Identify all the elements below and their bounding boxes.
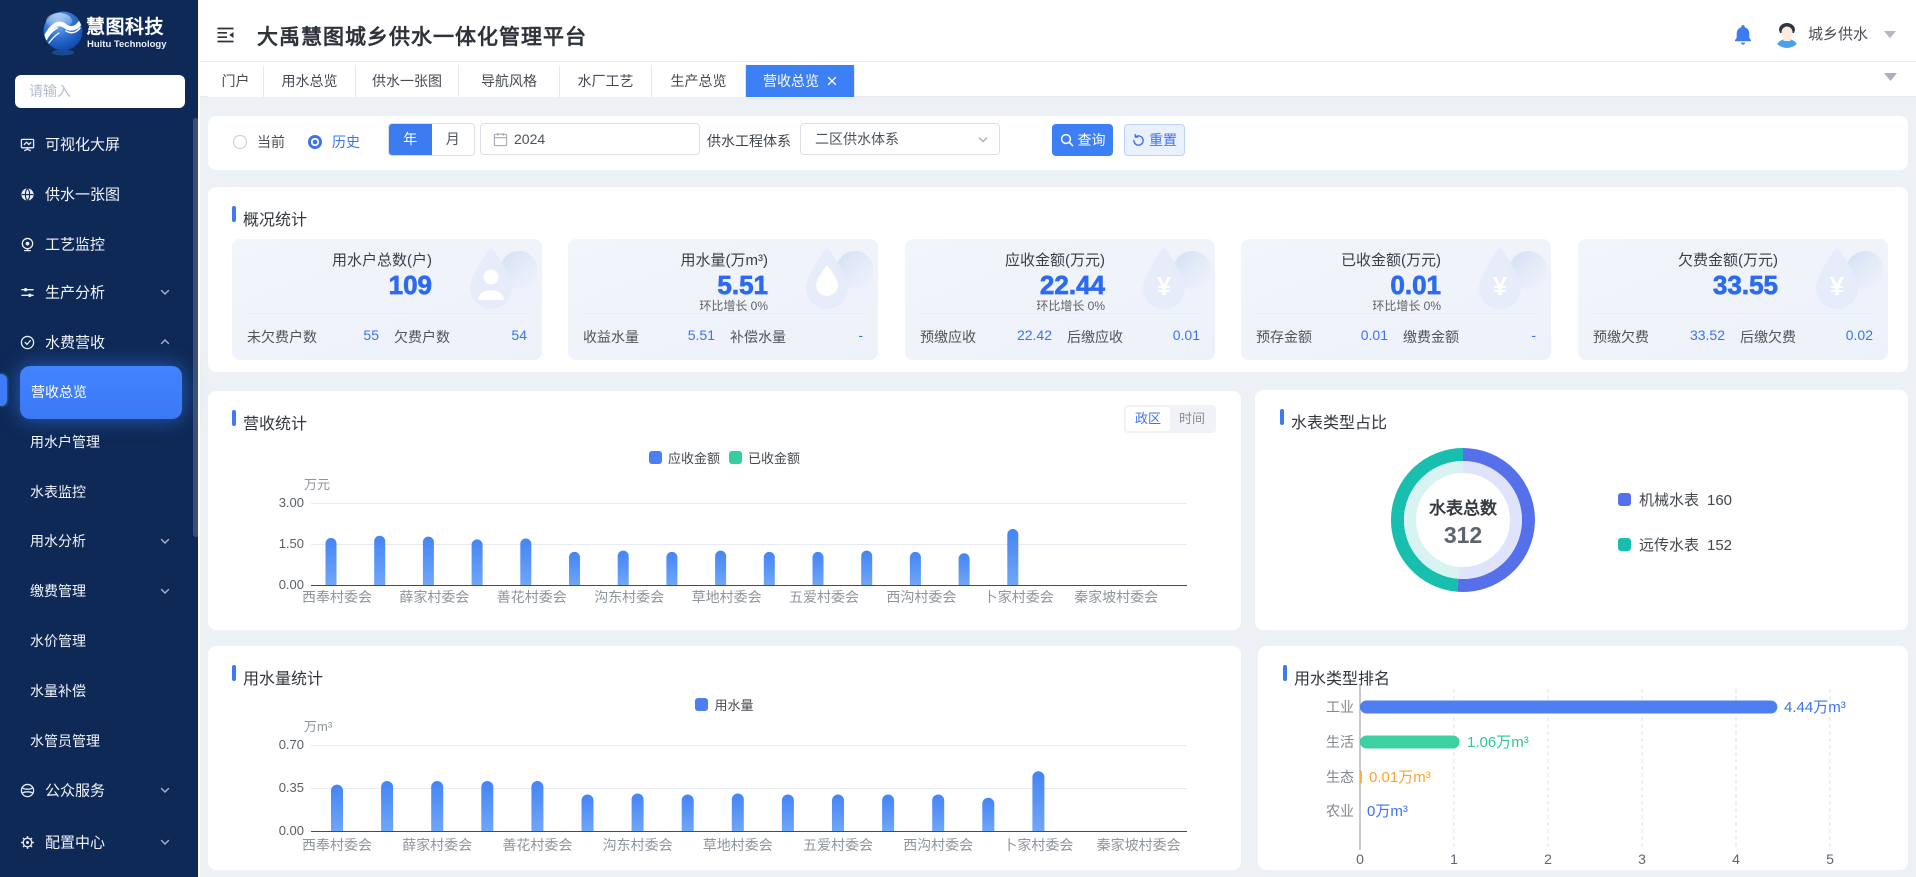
svg-text:西沟村委会: 西沟村委会 — [886, 589, 956, 605]
svg-text:¥: ¥ — [1830, 271, 1845, 301]
svg-text:远传水表: 远传水表 — [1639, 537, 1699, 554]
svg-text:0.00: 0.00 — [279, 577, 304, 592]
svg-text:西奉村委会: 西奉村委会 — [302, 589, 372, 605]
svg-text:西奉村委会: 西奉村委会 — [302, 837, 372, 853]
svg-text:0万m³: 0万m³ — [1367, 803, 1408, 820]
svg-text:Huitu Technology: Huitu Technology — [87, 39, 167, 50]
svg-text:秦家坡村委会: 秦家坡村委会 — [1097, 837, 1181, 853]
svg-text:沟东村委会: 沟东村委会 — [603, 837, 673, 853]
svg-text:工业: 工业 — [1326, 699, 1354, 715]
svg-text:2: 2 — [1544, 851, 1552, 867]
svg-text:薛家村委会: 薛家村委会 — [402, 837, 472, 853]
svg-text:善花村委会: 善花村委会 — [497, 589, 567, 605]
svg-text:1.06万m³: 1.06万m³ — [1467, 734, 1529, 751]
svg-text:薛家村委会: 薛家村委会 — [399, 589, 469, 605]
svg-text:卜家村委会: 卜家村委会 — [984, 589, 1054, 605]
svg-text:万元: 万元 — [304, 477, 330, 492]
svg-text:善花村委会: 善花村委会 — [502, 837, 572, 853]
svg-text:152: 152 — [1707, 537, 1732, 554]
svg-text:草地村委会: 草地村委会 — [703, 837, 773, 853]
svg-text:沟东村委会: 沟东村委会 — [594, 589, 664, 605]
svg-text:160: 160 — [1707, 492, 1732, 509]
svg-text:万m³: 万m³ — [304, 719, 333, 734]
svg-text:¥: ¥ — [1157, 271, 1172, 301]
svg-text:3.00: 3.00 — [279, 495, 304, 510]
svg-text:生活: 生活 — [1326, 734, 1354, 750]
svg-text:西沟村委会: 西沟村委会 — [903, 837, 973, 853]
svg-text:生态: 生态 — [1326, 769, 1354, 785]
svg-text:¥: ¥ — [1493, 271, 1508, 301]
svg-text:机械水表: 机械水表 — [1639, 492, 1699, 509]
svg-text:0.00: 0.00 — [279, 823, 304, 838]
svg-text:草地村委会: 草地村委会 — [692, 589, 762, 605]
svg-text:慧图科技: 慧图科技 — [86, 15, 165, 38]
svg-text:0.70: 0.70 — [279, 737, 304, 752]
svg-text:五爱村委会: 五爱村委会 — [789, 589, 859, 605]
svg-text:秦家坡村委会: 秦家坡村委会 — [1074, 589, 1158, 605]
svg-text:农业: 农业 — [1326, 803, 1354, 819]
svg-text:卜家村委会: 卜家村委会 — [1003, 837, 1073, 853]
svg-text:0.35: 0.35 — [279, 780, 304, 795]
svg-text:5: 5 — [1826, 851, 1834, 867]
svg-text:1: 1 — [1450, 851, 1458, 867]
svg-text:312: 312 — [1444, 522, 1482, 548]
svg-text:水表总数: 水表总数 — [1429, 498, 1498, 518]
svg-text:0.01万m³: 0.01万m³ — [1369, 769, 1431, 786]
svg-text:3: 3 — [1638, 851, 1646, 867]
svg-text:五爱村委会: 五爱村委会 — [803, 837, 873, 853]
svg-text:1.50: 1.50 — [279, 536, 304, 551]
svg-text:4.44万m³: 4.44万m³ — [1784, 699, 1846, 716]
svg-text:4: 4 — [1732, 851, 1740, 867]
svg-text:0: 0 — [1356, 851, 1364, 867]
